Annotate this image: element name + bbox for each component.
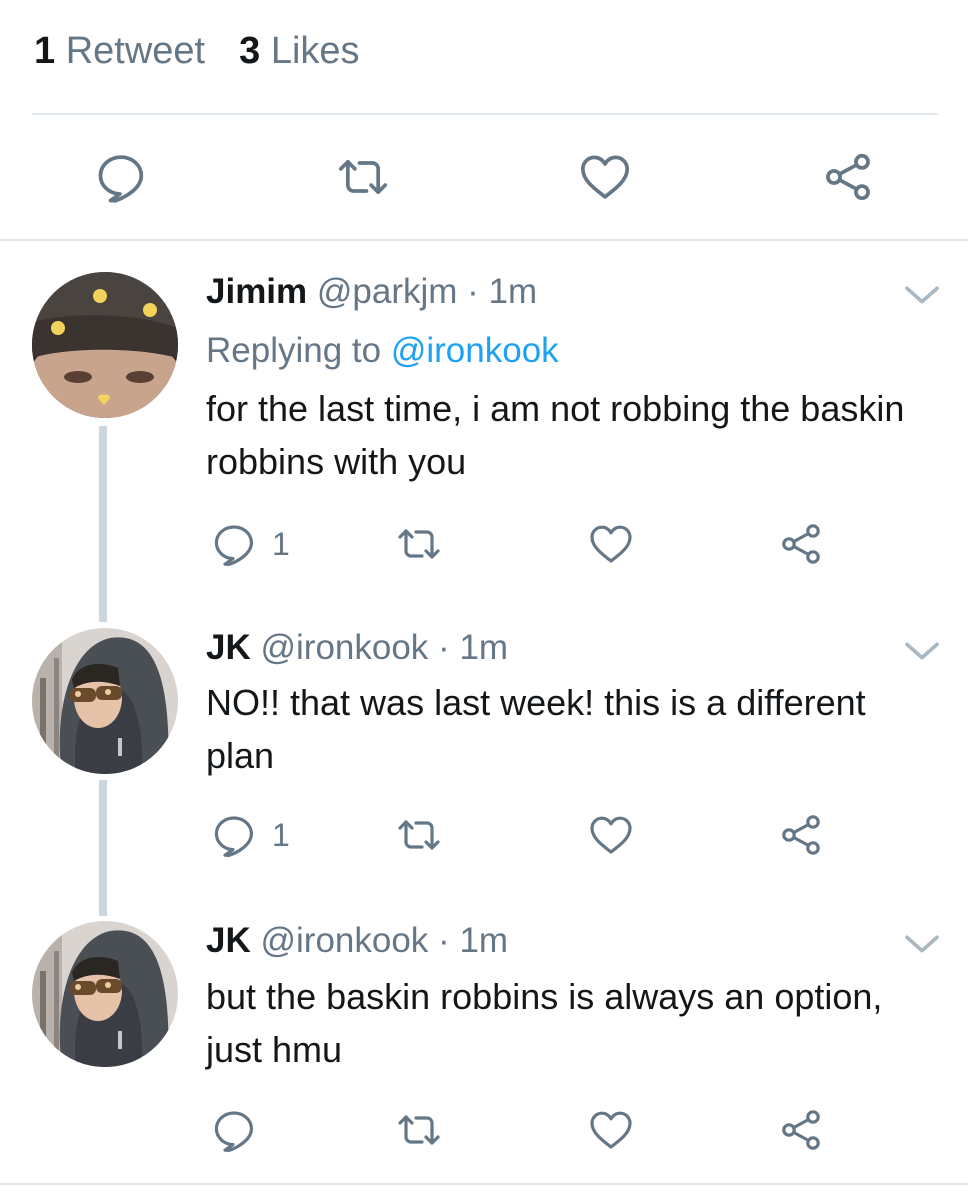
like-label[interactable]: Likes — [271, 30, 360, 72]
user-handle[interactable]: @ironkook — [260, 628, 428, 667]
replying-to: Replying to @ironkook — [206, 331, 559, 371]
share-icon — [820, 149, 876, 205]
separator-dot: · — [438, 921, 450, 960]
share-button[interactable] — [777, 810, 825, 860]
share-icon — [777, 520, 825, 568]
like-button[interactable] — [587, 1105, 635, 1155]
like-icon — [587, 1106, 635, 1154]
timestamp[interactable]: 1m — [459, 921, 508, 960]
retweet-count[interactable]: 1 — [34, 30, 55, 72]
reply-button[interactable] — [86, 142, 156, 212]
tweet-menu-button[interactable] — [902, 280, 942, 310]
share-button[interactable] — [813, 142, 883, 212]
like-count[interactable]: 3 — [239, 30, 260, 72]
chevron-down-icon — [902, 929, 942, 959]
display-name[interactable]: Jimim — [206, 272, 307, 311]
reply-header: JK @ironkook · 1m — [206, 921, 508, 961]
reply-icon — [93, 149, 149, 205]
thread-line — [99, 780, 107, 916]
separator-dot: · — [467, 272, 479, 311]
retweet-label[interactable]: Retweet — [66, 30, 205, 72]
chevron-down-icon — [902, 636, 942, 666]
retweet-icon — [395, 520, 443, 568]
thread-line — [99, 426, 107, 622]
retweet-button[interactable] — [395, 519, 443, 569]
display-name[interactable]: JK — [206, 921, 251, 960]
retweet-icon — [395, 811, 443, 859]
reply-header: Jimim @parkjm · 1m — [206, 272, 537, 312]
reply-count: 1 — [272, 525, 290, 562]
retweet-button[interactable] — [395, 810, 443, 860]
reply-icon — [210, 1106, 258, 1154]
user-handle[interactable]: @parkjm — [317, 272, 458, 311]
share-icon — [777, 811, 825, 859]
like-icon — [577, 149, 633, 205]
share-button[interactable] — [777, 519, 825, 569]
like-icon — [587, 811, 635, 859]
retweet-button[interactable] — [395, 1105, 443, 1155]
tweet-stats: 1 Retweet 3 Likes — [34, 30, 360, 73]
divider — [0, 1183, 968, 1185]
tweet-menu-button[interactable] — [902, 929, 942, 959]
like-button[interactable] — [587, 519, 635, 569]
retweet-button[interactable] — [328, 142, 398, 212]
reply-button[interactable]: 1 — [210, 810, 290, 860]
tweet-menu-button[interactable] — [902, 636, 942, 666]
tweet-text: NO!! that was last week! this is a diffe… — [206, 682, 866, 776]
reply-count: 1 — [272, 816, 290, 853]
chevron-down-icon — [902, 280, 942, 310]
timestamp[interactable]: 1m — [489, 272, 538, 311]
like-button[interactable] — [587, 810, 635, 860]
tweet-text: but the baskin robbins is always an opti… — [206, 976, 883, 1070]
reply-header: JK @ironkook · 1m — [206, 628, 508, 668]
share-icon — [777, 1106, 825, 1154]
display-name[interactable]: JK — [206, 628, 251, 667]
tweet-text: for the last time, i am not robbing the … — [206, 388, 905, 482]
separator-dot: · — [438, 628, 450, 667]
avatar[interactable] — [32, 628, 178, 774]
avatar[interactable] — [32, 921, 178, 1067]
share-button[interactable] — [777, 1105, 825, 1155]
replying-label: Replying to — [206, 331, 382, 370]
reply-icon — [210, 811, 258, 859]
divider — [32, 113, 938, 115]
mention-link[interactable]: @ironkook — [391, 331, 559, 370]
avatar[interactable] — [32, 272, 178, 418]
like-button[interactable] — [570, 142, 640, 212]
reply-icon — [210, 520, 258, 568]
retweet-icon — [335, 149, 391, 205]
like-icon — [587, 520, 635, 568]
retweet-icon — [395, 1106, 443, 1154]
user-handle[interactable]: @ironkook — [260, 921, 428, 960]
reply-button[interactable]: 1 — [210, 519, 290, 569]
timestamp[interactable]: 1m — [459, 628, 508, 667]
reply-button[interactable] — [210, 1105, 272, 1155]
divider — [0, 239, 968, 241]
